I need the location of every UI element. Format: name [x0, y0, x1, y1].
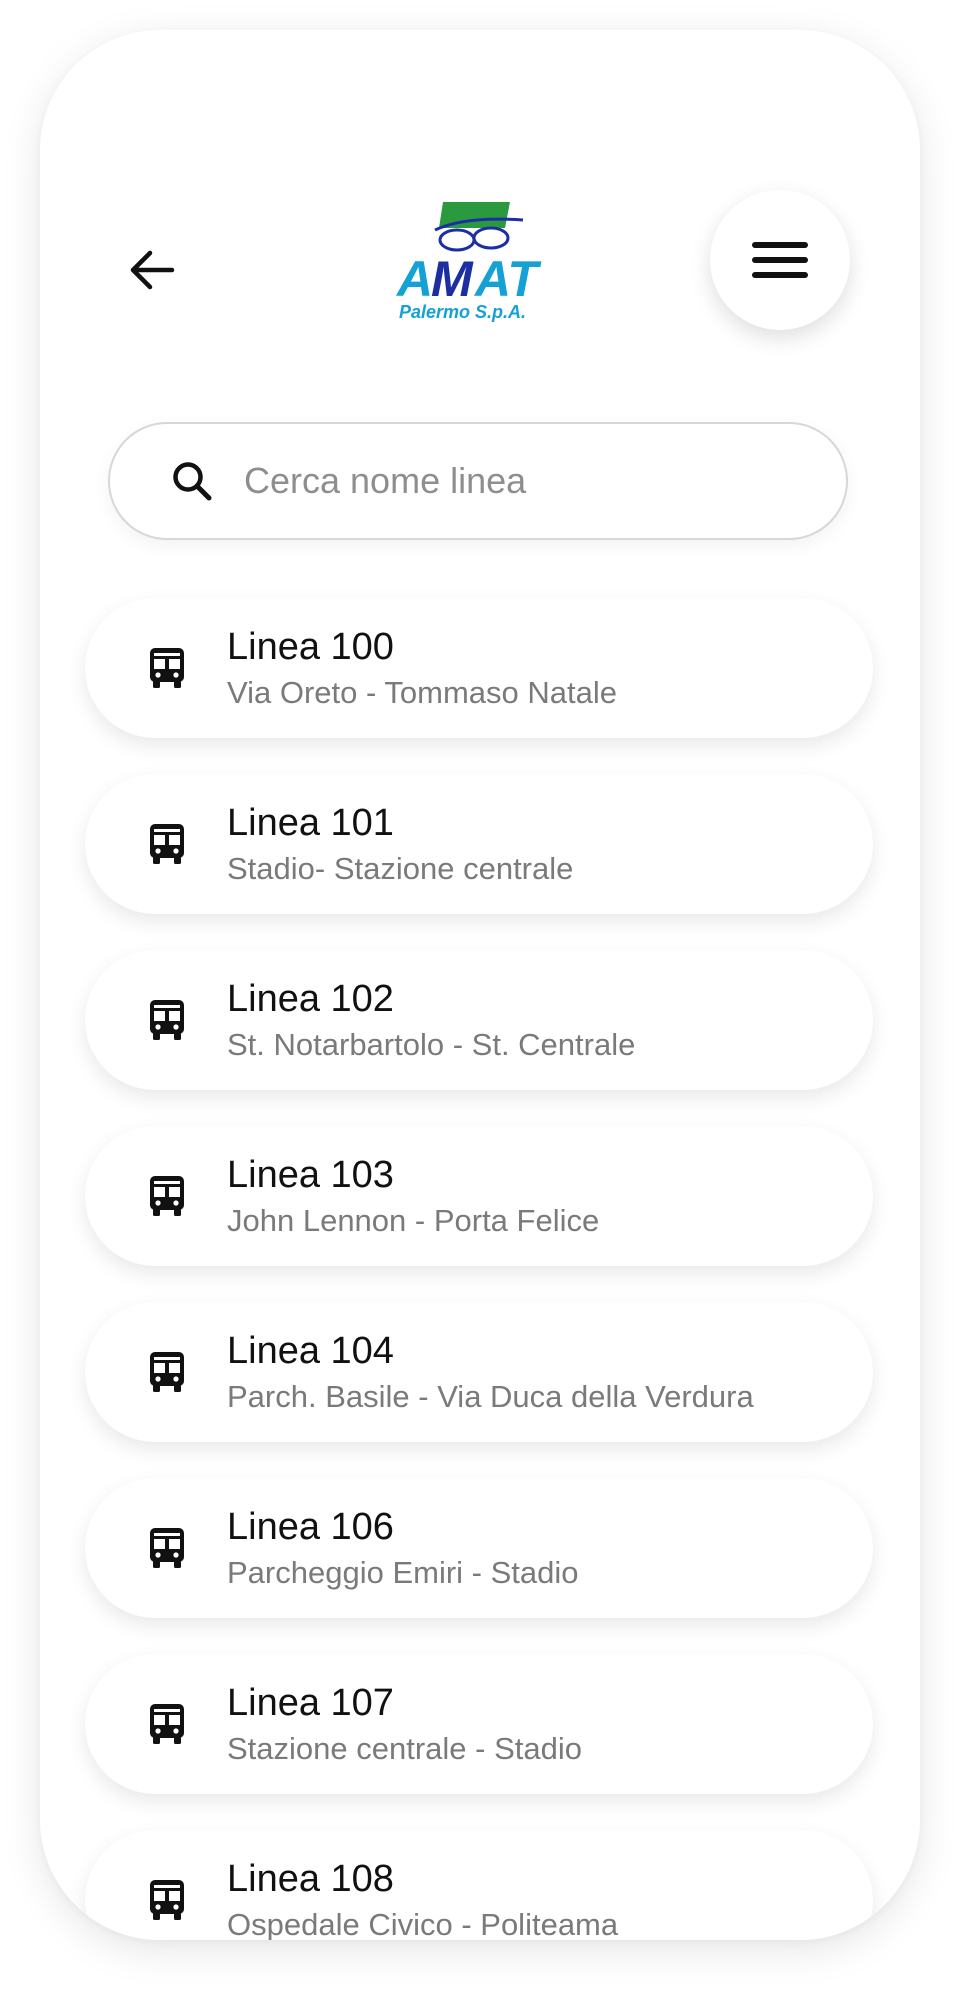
bus-icon: [147, 1174, 187, 1218]
line-texts: Linea 104 Parch. Basile - Via Duca della…: [227, 1328, 754, 1418]
line-route: John Lennon - Porta Felice: [227, 1203, 600, 1238]
line-item-2[interactable]: Linea 102 St. Notarbartolo - St. Central…: [85, 950, 873, 1090]
bus-icon: [147, 646, 187, 690]
amat-logo: A M AT Palermo S.p.A.: [395, 198, 565, 323]
line-route: Ospedale Civico - Politeama: [227, 1907, 619, 1940]
svg-text:AT: AT: [473, 251, 542, 307]
arrow-left-icon: [130, 250, 175, 290]
menu-button[interactable]: [710, 190, 850, 330]
line-list: Linea 100 Via Oreto - Tommaso Natale Lin…: [85, 598, 875, 1940]
line-route: Parch. Basile - Via Duca della Verdura: [227, 1379, 754, 1414]
line-route: Stazione centrale - Stadio: [227, 1731, 582, 1766]
line-texts: Linea 108 Ospedale Civico - Politeama: [227, 1856, 618, 1940]
line-route: Via Oreto - Tommaso Natale: [227, 675, 617, 710]
bus-icon: [147, 1702, 187, 1746]
line-title: Linea 104: [227, 1330, 394, 1372]
line-item-5[interactable]: Linea 106 Parcheggio Emiri - Stadio: [85, 1478, 873, 1618]
bus-icon: [147, 998, 187, 1042]
line-title: Linea 103: [227, 1154, 394, 1196]
line-texts: Linea 100 Via Oreto - Tommaso Natale: [227, 624, 617, 714]
svg-text:A: A: [395, 251, 433, 307]
line-item-0[interactable]: Linea 100 Via Oreto - Tommaso Natale: [85, 598, 873, 738]
line-texts: Linea 107 Stazione centrale - Stadio: [227, 1680, 582, 1770]
line-route: Stadio- Stazione centrale: [227, 851, 574, 886]
line-title: Linea 101: [227, 802, 394, 844]
bus-icon: [147, 1350, 187, 1394]
line-item-1[interactable]: Linea 101 Stadio- Stazione centrale: [85, 774, 873, 914]
svg-text:M: M: [431, 251, 474, 307]
line-route: Parcheggio Emiri - Stadio: [227, 1555, 579, 1590]
line-title: Linea 107: [227, 1682, 394, 1724]
line-route: St. Notarbartolo - St. Centrale: [227, 1027, 636, 1062]
line-texts: Linea 103 John Lennon - Porta Felice: [227, 1152, 599, 1242]
line-title: Linea 102: [227, 978, 394, 1020]
line-texts: Linea 101 Stadio- Stazione centrale: [227, 800, 573, 890]
svg-text:Palermo S.p.A.: Palermo S.p.A.: [399, 302, 526, 322]
bus-icon: [147, 822, 187, 866]
back-button[interactable]: [112, 230, 192, 310]
bus-icon: [147, 1878, 187, 1922]
line-title: Linea 100: [227, 626, 394, 668]
search-input[interactable]: [242, 459, 806, 503]
phone-screen: A M AT Palermo S.p.A. Cerca nome linea L…: [40, 30, 920, 1940]
line-item-7[interactable]: Linea 108 Ospedale Civico - Politeama: [85, 1830, 873, 1940]
search-bar[interactable]: [108, 422, 848, 540]
search-icon: [170, 459, 214, 503]
line-item-3[interactable]: Linea 103 John Lennon - Porta Felice: [85, 1126, 873, 1266]
bus-icon: [147, 1526, 187, 1570]
line-texts: Linea 106 Parcheggio Emiri - Stadio: [227, 1504, 579, 1594]
line-item-6[interactable]: Linea 107 Stazione centrale - Stadio: [85, 1654, 873, 1794]
line-title: Linea 106: [227, 1506, 394, 1548]
hamburger-menu-icon: [752, 242, 808, 278]
line-title: Linea 108: [227, 1858, 394, 1900]
line-item-4[interactable]: Linea 104 Parch. Basile - Via Duca della…: [85, 1302, 873, 1442]
line-texts: Linea 102 St. Notarbartolo - St. Central…: [227, 976, 635, 1066]
